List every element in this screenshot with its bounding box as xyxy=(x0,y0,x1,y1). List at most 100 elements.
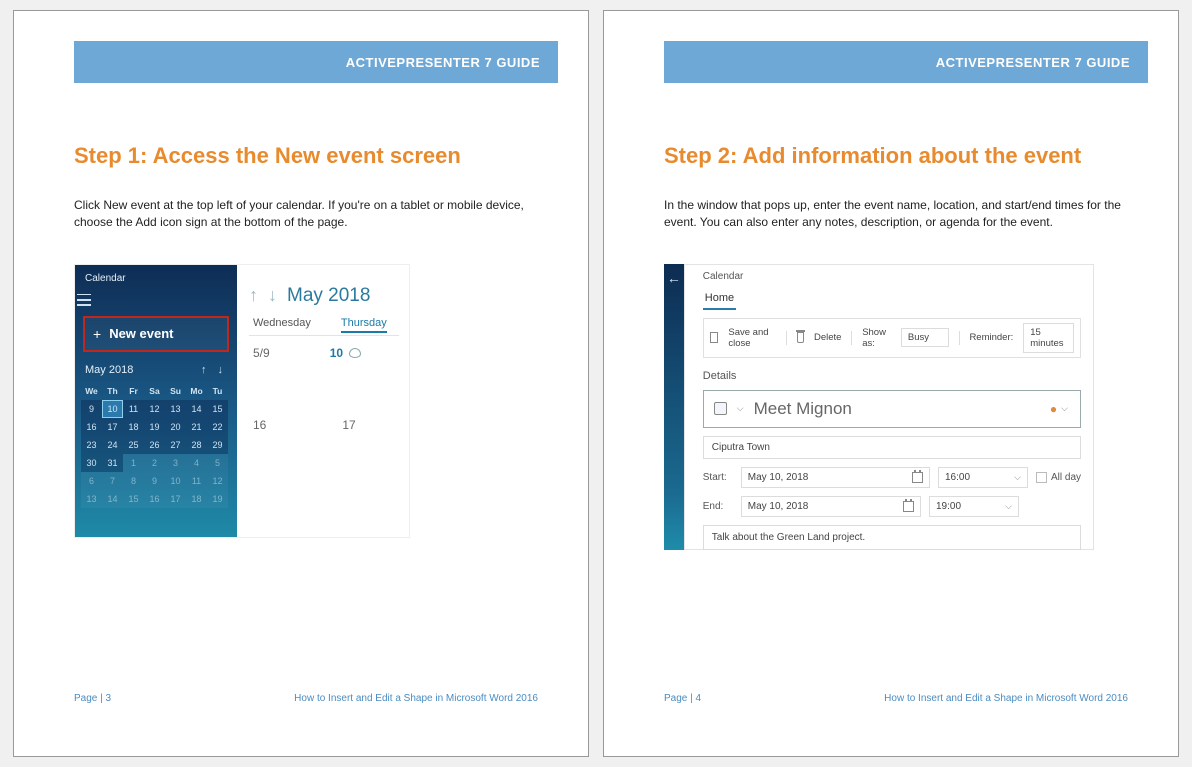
mini-date[interactable]: 12 xyxy=(144,400,165,418)
event-form-screenshot: ← Calendar Home Save and close Delete Sh… xyxy=(664,264,1094,550)
calendar-category-icon[interactable] xyxy=(714,402,727,415)
mini-date[interactable]: 1 xyxy=(123,454,144,472)
chevron-down-icon[interactable]: ⌵ xyxy=(737,403,744,414)
mini-date[interactable]: 11 xyxy=(123,400,144,418)
mini-date[interactable]: 2 xyxy=(144,454,165,472)
date-cell-selected[interactable]: 10 xyxy=(330,346,361,360)
mini-date[interactable]: 21 xyxy=(186,418,207,436)
mini-date[interactable]: 10 xyxy=(165,472,186,490)
mini-date[interactable]: 11 xyxy=(186,472,207,490)
day-label: Wednesday xyxy=(253,317,311,329)
mini-date[interactable]: 22 xyxy=(207,418,228,436)
start-date-input[interactable]: May 10, 2018 xyxy=(741,467,930,488)
prev-arrow-icon[interactable]: ↑ xyxy=(249,285,258,306)
mini-date[interactable]: 14 xyxy=(186,400,207,418)
trash-icon xyxy=(797,332,804,343)
delete-button[interactable]: Delete xyxy=(814,332,841,343)
new-event-button[interactable]: + New event xyxy=(83,316,229,352)
mini-month-nav[interactable]: ↑ ↓ xyxy=(201,364,227,376)
form-sidebar: ← xyxy=(664,264,684,550)
page-right: ACTIVEPRESENTER 7 GUIDE Step 2: Add info… xyxy=(603,10,1179,757)
category-indicator[interactable]: ● ⌵ xyxy=(1050,402,1068,416)
mini-date[interactable]: 19 xyxy=(207,490,228,508)
mini-date[interactable]: 19 xyxy=(144,418,165,436)
end-row: End: May 10, 2018 19:00⌵ xyxy=(703,496,1081,517)
reminder-select[interactable]: 15 minutes xyxy=(1023,323,1074,353)
notes-input[interactable]: Talk about the Green Land project. xyxy=(703,525,1081,550)
mini-month-label: May 2018 xyxy=(85,364,133,376)
mini-date[interactable]: 9 xyxy=(144,472,165,490)
mini-date[interactable]: 24 xyxy=(102,436,123,454)
mini-date[interactable]: 29 xyxy=(207,436,228,454)
header-bar: ACTIVEPRESENTER 7 GUIDE xyxy=(74,41,558,83)
mini-date[interactable]: 8 xyxy=(123,472,144,490)
show-as-select[interactable]: Busy xyxy=(901,328,949,347)
back-arrow-icon[interactable]: ← xyxy=(667,270,681,286)
page-footer: Page | 4 How to Insert and Edit a Shape … xyxy=(664,693,1128,704)
mini-date[interactable]: 13 xyxy=(165,400,186,418)
all-day-checkbox[interactable]: All day xyxy=(1036,472,1081,483)
save-close-button[interactable]: Save and close xyxy=(728,327,776,349)
mini-day-head: We xyxy=(81,382,102,400)
mini-date[interactable]: 15 xyxy=(207,400,228,418)
mini-date[interactable]: 18 xyxy=(186,490,207,508)
mini-date[interactable]: 6 xyxy=(81,472,102,490)
page-number: Page | 3 xyxy=(74,693,111,704)
date-cell[interactable]: 16 xyxy=(253,418,266,432)
mini-date[interactable]: 3 xyxy=(165,454,186,472)
mini-day-head: Tu xyxy=(207,382,228,400)
mini-day-head: Su xyxy=(165,382,186,400)
mini-date[interactable]: 20 xyxy=(165,418,186,436)
end-date-input[interactable]: May 10, 2018 xyxy=(741,496,921,517)
end-time-input[interactable]: 19:00⌵ xyxy=(929,496,1019,517)
doc-title: How to Insert and Edit a Shape in Micros… xyxy=(294,693,538,704)
tab-home[interactable]: Home xyxy=(703,290,736,310)
page-left: ACTIVEPRESENTER 7 GUIDE Step 1: Access t… xyxy=(13,10,589,757)
mini-date[interactable]: 30 xyxy=(81,454,102,472)
page-content: Step 2: Add information about the event … xyxy=(604,83,1178,550)
start-time-input[interactable]: 16:00⌵ xyxy=(938,467,1028,488)
date-cell[interactable]: 5/9 xyxy=(253,346,270,360)
calendar-sidebar: Calendar + New event May 2018 ↑ ↓ We Th … xyxy=(75,265,237,537)
form-app-label: Calendar xyxy=(703,271,1081,282)
mini-date[interactable]: 15 xyxy=(123,490,144,508)
plus-icon: + xyxy=(93,326,101,342)
weather-icon xyxy=(349,348,361,358)
mini-date[interactable]: 16 xyxy=(144,490,165,508)
mini-date[interactable]: 27 xyxy=(165,436,186,454)
day-labels: Wednesday Thursday xyxy=(249,317,399,329)
mini-date[interactable]: 4 xyxy=(186,454,207,472)
mini-date[interactable]: 18 xyxy=(123,418,144,436)
main-month-label: May 2018 xyxy=(287,285,370,307)
hamburger-icon[interactable] xyxy=(77,294,91,306)
details-label: Details xyxy=(703,370,1081,382)
mini-date[interactable]: 12 xyxy=(207,472,228,490)
mini-date[interactable]: 23 xyxy=(81,436,102,454)
checkbox-icon xyxy=(1036,472,1047,483)
mini-date[interactable]: 25 xyxy=(123,436,144,454)
calendar-main-header: ↑ ↓ May 2018 xyxy=(249,285,399,307)
form-toolbar: Save and close Delete Show as: Busy Remi… xyxy=(703,318,1081,358)
step-body: In the window that pops up, enter the ev… xyxy=(664,197,1128,232)
mini-date[interactable]: 9 xyxy=(81,400,102,418)
next-arrow-icon[interactable]: ↓ xyxy=(268,285,277,306)
mini-date[interactable]: 13 xyxy=(81,490,102,508)
calendar-main: ↑ ↓ May 2018 Wednesday Thursday 5/9 10 xyxy=(237,265,409,537)
mini-date[interactable]: 5 xyxy=(207,454,228,472)
mini-date[interactable]: 14 xyxy=(102,490,123,508)
mini-date[interactable]: 17 xyxy=(102,418,123,436)
mini-date[interactable]: 16 xyxy=(81,418,102,436)
date-cell[interactable]: 17 xyxy=(342,418,355,432)
mini-day-head: Fr xyxy=(123,382,144,400)
mini-date[interactable]: 28 xyxy=(186,436,207,454)
location-input[interactable]: Ciputra Town xyxy=(703,436,1081,459)
mini-date[interactable]: 26 xyxy=(144,436,165,454)
mini-date[interactable]: 31 xyxy=(102,454,123,472)
mini-date[interactable]: 17 xyxy=(165,490,186,508)
calendar-icon xyxy=(912,472,923,483)
doc-title: How to Insert and Edit a Shape in Micros… xyxy=(884,693,1128,704)
mini-calendar: We Th Fr Sa Su Mo Tu 9 10 11 12 13 xyxy=(75,382,237,508)
mini-date[interactable]: 7 xyxy=(102,472,123,490)
mini-date-selected[interactable]: 10 xyxy=(102,400,123,418)
event-name-input[interactable]: ⌵ Meet Mignon ● ⌵ xyxy=(703,390,1081,428)
